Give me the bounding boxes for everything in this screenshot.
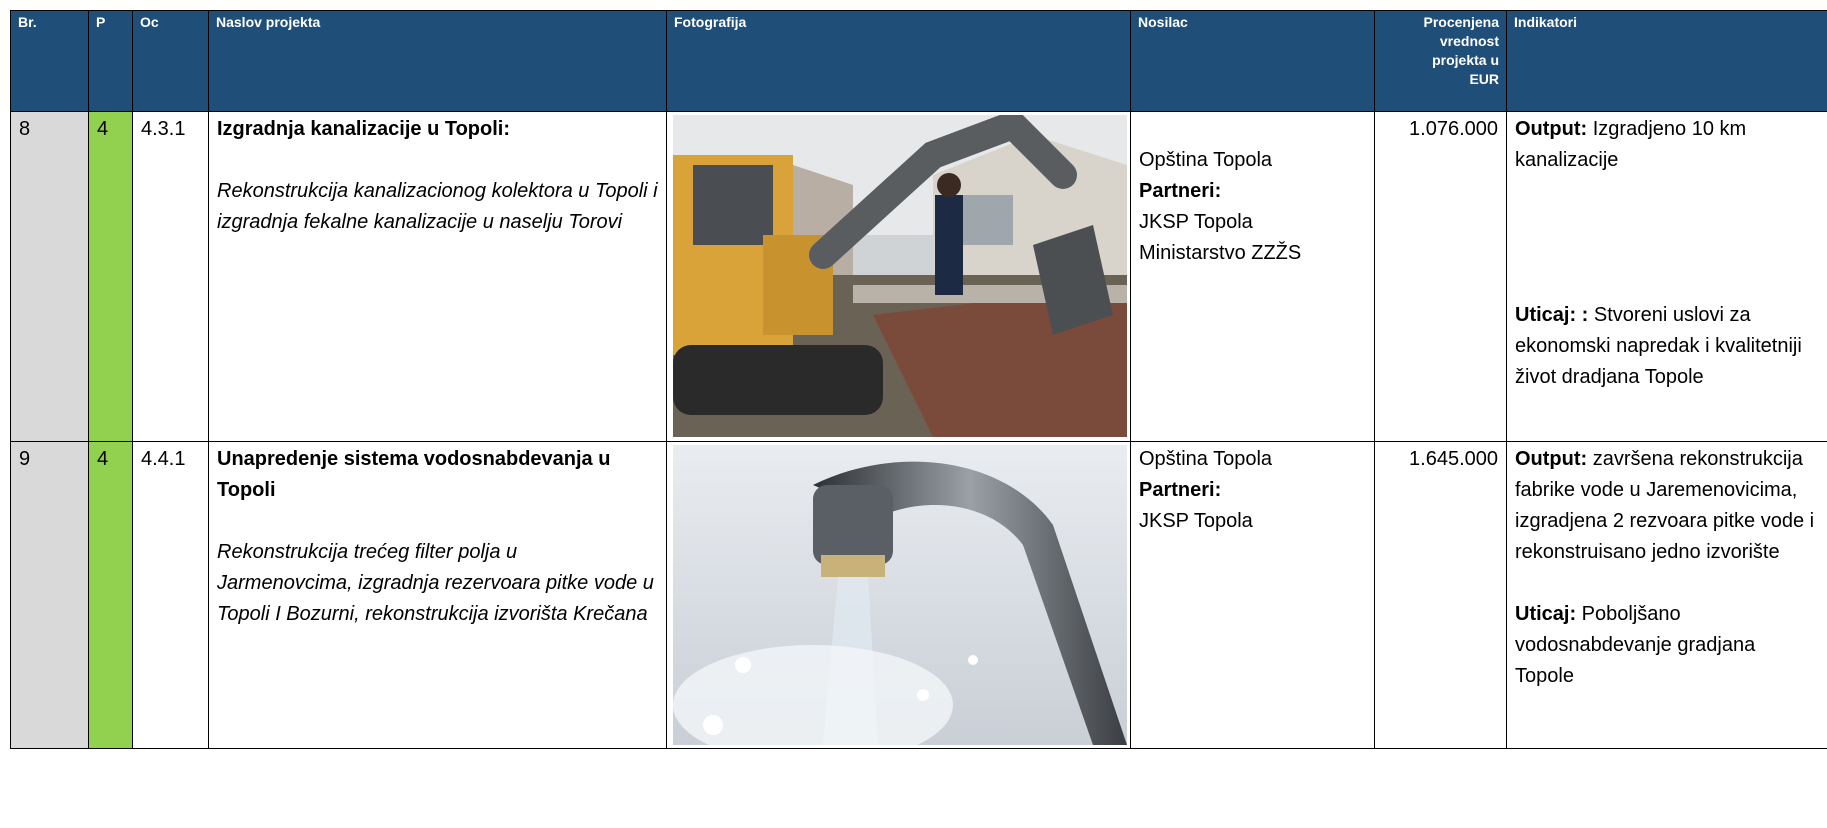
photo-cell xyxy=(666,111,1131,442)
excavator-photo-icon xyxy=(673,115,1127,437)
uticaj-indicator: Uticaj: Poboljšano vodosnabdevanje gradj… xyxy=(1515,599,1819,692)
nosilac-name: Opština Topola xyxy=(1139,448,1273,470)
oc-cell: 4.3.1 xyxy=(132,111,209,442)
indikatori-cell: Output: Izgradjeno 10 km kanalizacije Ut… xyxy=(1506,111,1827,442)
output-label: Output: xyxy=(1515,448,1588,470)
header-br: Br. xyxy=(10,10,89,112)
output-label: Output: xyxy=(1515,118,1588,140)
table-header-row: Br. P Oc Naslov projekta Fotografija Nos… xyxy=(10,10,1827,112)
nosilac-cell: Opština Topola Partneri: JKSP Topola xyxy=(1130,441,1375,749)
header-procenjena-line: EUR xyxy=(1469,71,1499,87)
projects-table: Br. P Oc Naslov projekta Fotografija Nos… xyxy=(10,10,1827,749)
header-procenjena-vrednost: Procenjena vrednost projekta u EUR xyxy=(1374,10,1507,112)
uticaj-label: Uticaj: xyxy=(1515,603,1577,625)
partner-item: JKSP Topola xyxy=(1139,510,1253,532)
header-oc: Oc xyxy=(132,10,209,112)
header-fotografija: Fotografija xyxy=(666,10,1131,112)
project-description: Rekonstrukcija trećeg filter polja u Jar… xyxy=(217,541,654,625)
header-nosilac: Nosilac xyxy=(1130,10,1375,112)
water-faucet-photo-icon xyxy=(673,445,1127,745)
table-row: 8 4 4.3.1 Izgradnja kanalizacije u Topol… xyxy=(10,111,1827,442)
nosilac-name: Opština Topola xyxy=(1139,149,1273,171)
priority-cell: 4 xyxy=(88,441,133,749)
partneri-label: Partneri: xyxy=(1139,180,1222,202)
output-indicator: Output: Izgradjeno 10 km kanalizacije xyxy=(1515,114,1819,176)
oc-cell: 4.4.1 xyxy=(132,441,209,749)
partner-item: Ministarstvo ZZŽS xyxy=(1139,242,1302,264)
indikatori-cell: Output: završena rekonstrukcija fabrike … xyxy=(1506,441,1827,749)
output-indicator: Output: završena rekonstrukcija fabrike … xyxy=(1515,444,1819,568)
value-cell: 1.645.000 xyxy=(1374,441,1507,749)
project-title: Izgradnja kanalizacije u Topoli: xyxy=(217,118,511,140)
project-title-cell: Izgradnja kanalizacije u Topoli: Rekonst… xyxy=(208,111,667,442)
header-p: P xyxy=(88,10,133,112)
row-number: 9 xyxy=(10,441,89,749)
photo-cell xyxy=(666,441,1131,749)
header-procenjena-line: Procenjena xyxy=(1423,14,1499,30)
header-procenjena-line: vrednost xyxy=(1439,33,1499,49)
table-row: 9 4 4.4.1 Unapredenje sistema vodosnabde… xyxy=(10,441,1827,749)
uticaj-label: Uticaj: : xyxy=(1515,304,1589,326)
partner-item: JKSP Topola xyxy=(1139,211,1253,233)
project-title: Unapredenje sistema vodosnabdevanja u To… xyxy=(217,448,611,501)
header-naslov: Naslov projekta xyxy=(208,10,667,112)
project-title-cell: Unapredenje sistema vodosnabdevanja u To… xyxy=(208,441,667,749)
uticaj-indicator: Uticaj: : Stvoreni uslovi za ekonomski n… xyxy=(1515,300,1819,393)
header-procenjena-line: projekta u xyxy=(1432,52,1499,68)
row-number: 8 xyxy=(10,111,89,442)
header-indikatori: Indikatori xyxy=(1506,10,1827,112)
priority-cell: 4 xyxy=(88,111,133,442)
nosilac-cell: Opština Topola Partneri: JKSP Topola Min… xyxy=(1130,111,1375,442)
value-cell: 1.076.000 xyxy=(1374,111,1507,442)
project-description: Rekonstrukcija kanalizacionog kolektora … xyxy=(217,180,658,233)
partneri-label: Partneri: xyxy=(1139,479,1222,501)
